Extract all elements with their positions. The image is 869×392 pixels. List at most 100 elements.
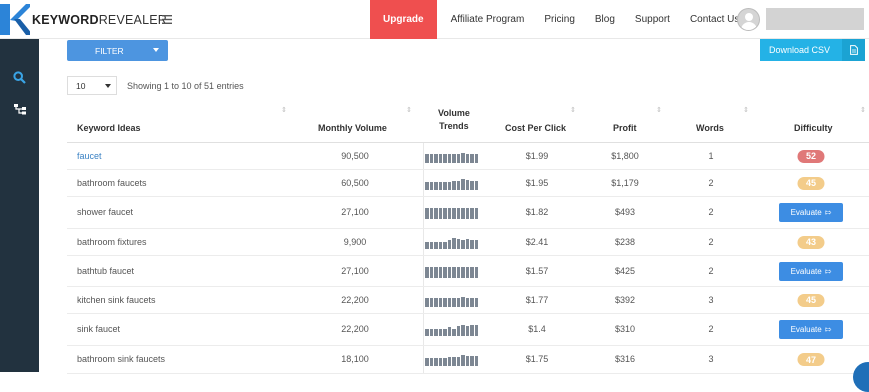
- table-row: bathtub faucet 27,100 $1.57 $425 2 Evaluate ⇰: [67, 256, 869, 287]
- keyword-cell: sink faucet: [77, 324, 121, 334]
- keyword-cell: bathtub faucet: [77, 265, 135, 276]
- trend-bar: [434, 241, 438, 249]
- trend-divider: [423, 143, 424, 169]
- words-cell: 1: [708, 150, 714, 161]
- monthly-volume-cell: 27,100: [341, 207, 369, 217]
- evaluate-button[interactable]: Evaluate ⇰: [779, 203, 843, 222]
- trend-bar: [470, 208, 474, 219]
- sort-icon[interactable]: ⇕: [570, 106, 576, 114]
- trend-bar: [434, 208, 438, 219]
- sort-icon[interactable]: ⇕: [743, 106, 749, 114]
- entries-selected-value: 10: [76, 80, 86, 91]
- monthly-volume-cell: 22,200: [341, 294, 369, 305]
- trend-bar: [474, 208, 478, 219]
- col-difficulty[interactable]: Difficulty: [794, 123, 833, 133]
- col-profit[interactable]: Profit: [613, 123, 637, 133]
- logo-k-icon: [0, 0, 33, 39]
- table-row: bathroom faucets 60,500 $1.95 $1,179 2 45: [67, 170, 869, 197]
- trend-bar: [461, 208, 465, 219]
- chevron-down-icon: [105, 84, 111, 88]
- table-row: bathroom sink faucets 18,100 $1.75 $316 3 47: [67, 346, 869, 374]
- trend-bar: [434, 153, 438, 163]
- trend-bar: [456, 297, 460, 307]
- col-cost-per-click[interactable]: Cost Per Click: [505, 123, 566, 133]
- sort-icon[interactable]: ⇕: [656, 106, 662, 114]
- evaluate-button[interactable]: Evaluate ⇰: [779, 320, 843, 339]
- menu-icon[interactable]: [162, 12, 172, 27]
- difficulty-badge: 45: [797, 293, 825, 307]
- nav-support[interactable]: Support: [635, 14, 670, 25]
- sitemap-icon[interactable]: [0, 95, 39, 123]
- trend-bar: [434, 266, 438, 278]
- user-avatar-icon[interactable]: [737, 8, 760, 31]
- trend-bar: [461, 152, 465, 163]
- entries-per-page-select[interactable]: 10: [67, 76, 117, 95]
- col-keyword-ideas[interactable]: Keyword Ideas: [77, 123, 141, 133]
- trend-bar: [443, 358, 447, 366]
- volume-trend-sparkline: [425, 266, 492, 278]
- nav-blog[interactable]: Blog: [595, 14, 615, 25]
- download-csv-button[interactable]: Download CSV: [760, 39, 865, 61]
- upgrade-button[interactable]: Upgrade: [370, 0, 437, 39]
- trend-bar: [429, 329, 433, 336]
- volume-trend-sparkline: [425, 178, 492, 190]
- search-icon[interactable]: [0, 63, 39, 91]
- trend-bar: [456, 208, 460, 219]
- nav-affiliate-program[interactable]: Affiliate Program: [451, 14, 525, 25]
- evaluate-label: Evaluate: [790, 208, 822, 217]
- trend-bar: [438, 358, 442, 366]
- trend-bar: [452, 297, 456, 307]
- trend-divider: [423, 346, 424, 373]
- share-arrow-icon: ⇰: [824, 266, 832, 276]
- trend-bar: [443, 241, 447, 249]
- profit-cell: $1,179: [611, 177, 639, 188]
- download-csv-label: Download CSV: [769, 45, 831, 55]
- words-cell: 2: [708, 177, 714, 188]
- col-words[interactable]: Words: [696, 123, 724, 133]
- nav-contact-us[interactable]: Contact Us: [690, 14, 739, 25]
- trend-bar: [447, 297, 451, 307]
- trend-bar: [474, 356, 478, 366]
- trend-bar: [443, 266, 447, 278]
- nav-pricing[interactable]: Pricing: [544, 14, 575, 25]
- entries-info: Showing 1 to 10 of 51 entries: [127, 81, 244, 91]
- trend-bar: [443, 153, 447, 163]
- difficulty-badge: 52: [797, 149, 825, 163]
- sort-icon[interactable]: ⇕: [281, 106, 287, 114]
- trend-bar: [470, 356, 474, 366]
- keyword-cell[interactable]: faucet: [77, 151, 102, 161]
- trend-bar: [447, 239, 451, 249]
- sort-icon[interactable]: ⇕: [860, 106, 866, 114]
- trend-bar: [425, 241, 429, 249]
- cost-per-click-cell: $1.4: [528, 324, 546, 334]
- cost-per-click-cell: $1.95: [525, 177, 549, 188]
- brand-logo[interactable]: KEYWORDREVEALER: [0, 0, 167, 39]
- trend-divider: [423, 256, 424, 286]
- keyword-cell: shower faucet: [77, 207, 134, 217]
- col-monthly-volume[interactable]: Monthly Volume: [318, 123, 387, 133]
- evaluate-button[interactable]: Evaluate ⇰: [779, 261, 843, 281]
- file-icon: [842, 39, 865, 61]
- trend-bar: [438, 241, 442, 249]
- user-name-redacted[interactable]: [766, 8, 864, 30]
- trend-bar: [434, 297, 438, 307]
- trend-bar: [438, 297, 442, 307]
- evaluate-label: Evaluate: [790, 266, 822, 276]
- trend-bar: [443, 181, 447, 190]
- trend-bar: [465, 326, 469, 336]
- monthly-volume-cell: 18,100: [341, 354, 369, 364]
- words-cell: 2: [708, 324, 714, 334]
- trend-bar: [452, 208, 456, 219]
- monthly-volume-cell: 27,100: [341, 265, 369, 276]
- filter-button[interactable]: FILTER: [67, 40, 168, 61]
- volume-trend-sparkline: [425, 355, 492, 366]
- trend-bar: [425, 329, 429, 336]
- trend-bar: [474, 153, 478, 163]
- trend-bar: [438, 208, 442, 219]
- sort-icon[interactable]: ⇕: [406, 106, 412, 114]
- trend-bar: [474, 266, 478, 278]
- keyword-cell: kitchen sink faucets: [77, 294, 156, 305]
- trend-bar: [443, 329, 447, 336]
- trend-bar: [425, 153, 429, 163]
- trend-bar: [429, 208, 433, 219]
